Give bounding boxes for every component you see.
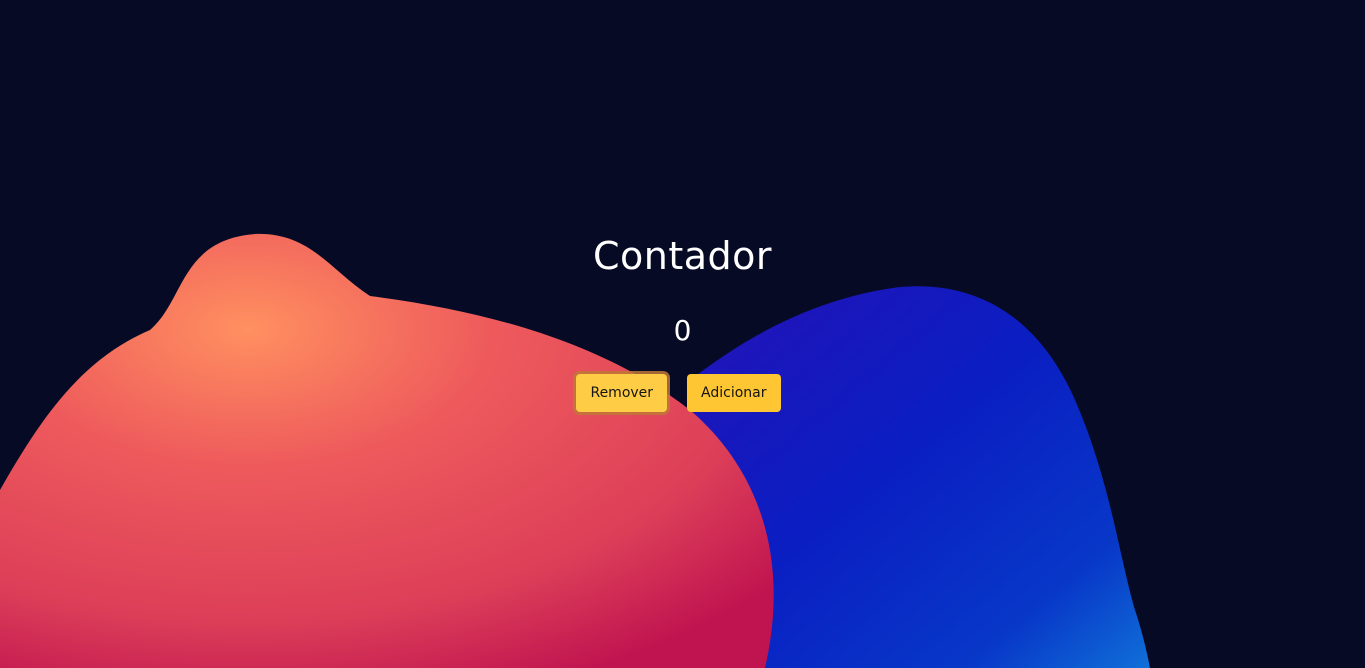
button-row: Remover Adicionar bbox=[0, 374, 1365, 412]
remove-button[interactable]: Remover bbox=[576, 374, 668, 412]
add-button[interactable]: Adicionar bbox=[687, 374, 781, 412]
page-title: Contador bbox=[592, 234, 773, 278]
app-screen: Contador 0 Remover Adicionar bbox=[0, 0, 1365, 668]
counter-value: 0 bbox=[673, 314, 692, 347]
counter-panel: Contador 0 Remover Adicionar bbox=[0, 0, 1365, 668]
